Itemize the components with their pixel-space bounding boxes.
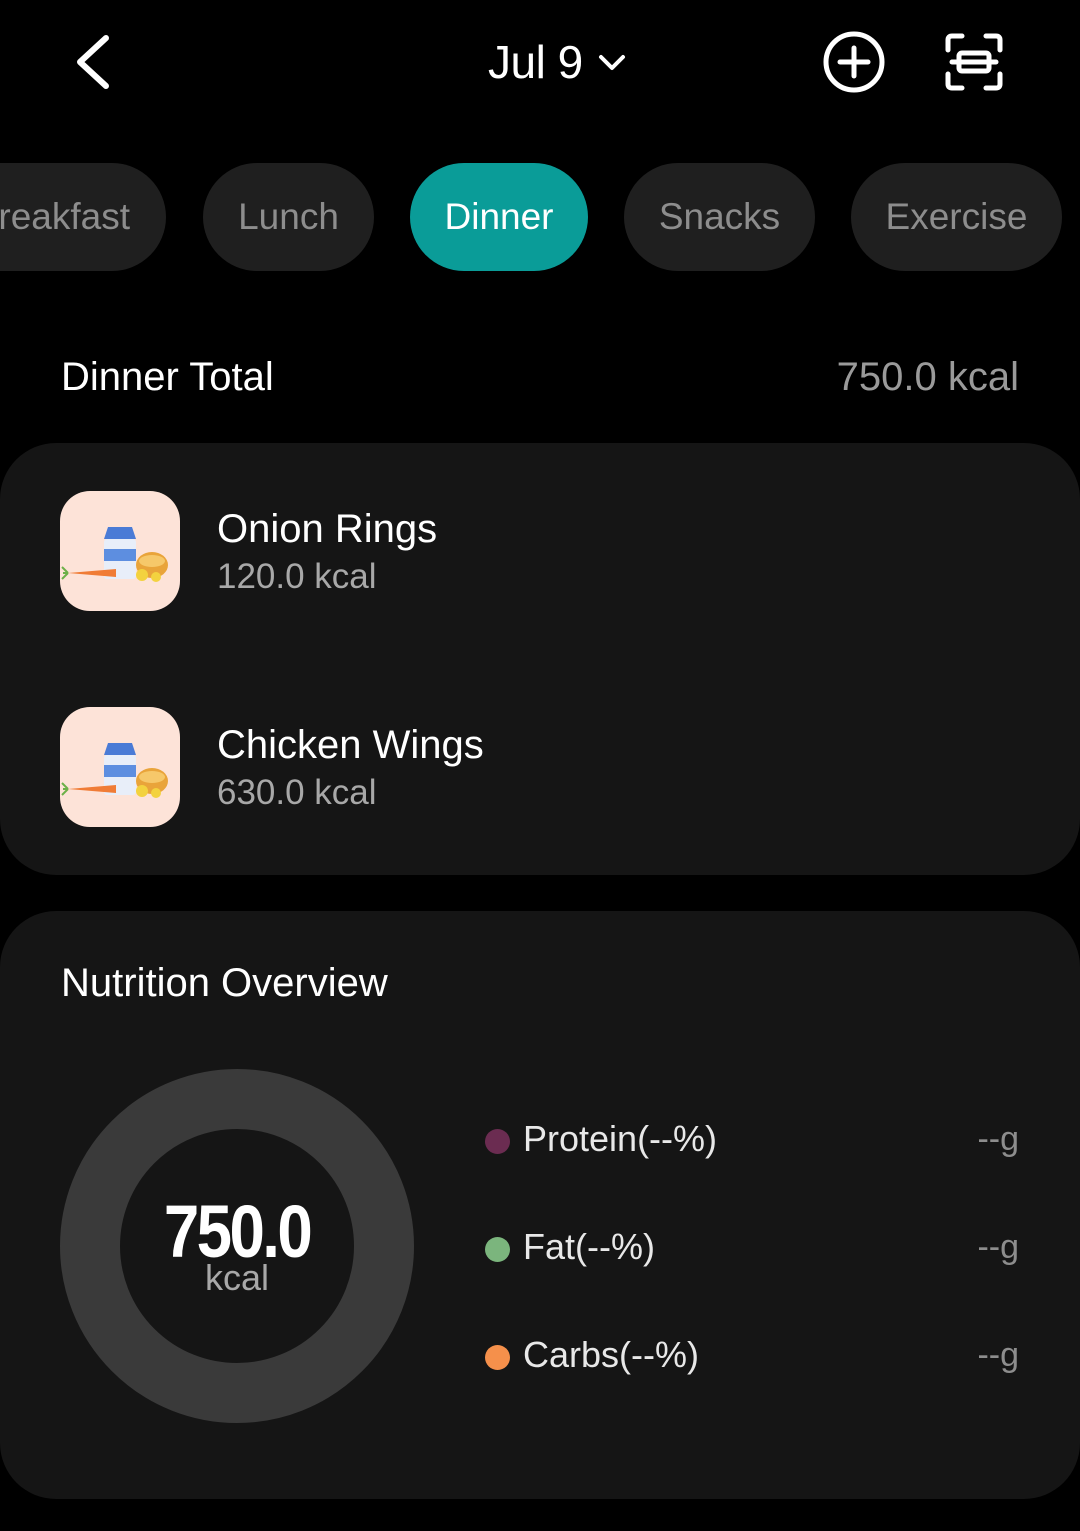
fat-dot <box>485 1237 510 1262</box>
tab-lunch-label: Lunch <box>238 196 339 237</box>
food-thumbnail <box>60 707 180 827</box>
tab-exercise[interactable]: Exercise <box>851 163 1062 271</box>
plus-circle-icon <box>823 31 885 93</box>
macro-label: Fat(--%) <box>523 1226 655 1267</box>
macro-carbs: Carbs(--%) --g <box>485 1330 1019 1380</box>
food-name: Onion Rings <box>217 507 438 551</box>
tab-lunch[interactable]: Lunch <box>203 163 374 271</box>
protein-dot <box>485 1129 510 1154</box>
donut-kcal-unit: kcal <box>204 1257 270 1298</box>
food-item-onion-rings[interactable]: Onion Rings 120.0 kcal <box>60 491 1020 611</box>
top-bar: Jul 9 <box>0 0 1080 130</box>
macro-value: --g <box>977 1228 1019 1266</box>
nutrition-title: Nutrition Overview <box>61 961 388 1005</box>
chevron-left-icon <box>77 35 109 89</box>
food-item-chicken-wings[interactable]: Chicken Wings 630.0 kcal <box>60 707 1020 827</box>
meal-summary-header: Dinner Total 750.0 kcal <box>61 355 1019 411</box>
food-kcal: 630.0 kcal <box>217 773 377 812</box>
meal-tabs: Breakfast Lunch Dinner Snacks Exercise <box>0 163 1080 273</box>
tab-dinner-label: Dinner <box>444 196 554 237</box>
back-button[interactable] <box>70 30 120 94</box>
food-kcal: 120.0 kcal <box>217 557 377 596</box>
macro-label: Protein(--%) <box>523 1118 718 1159</box>
carbs-dot <box>485 1345 510 1370</box>
tab-dinner[interactable]: Dinner <box>410 163 588 271</box>
scan-button[interactable] <box>942 30 1006 94</box>
nutrition-overview-card: Nutrition Overview 750.0 kcal Protein(--… <box>0 911 1080 1499</box>
meal-total-kcal: 750.0 kcal <box>836 355 1019 399</box>
food-groceries-icon <box>61 743 168 798</box>
scan-icon <box>945 33 1003 91</box>
food-name: Chicken Wings <box>217 723 484 767</box>
macro-value: --g <box>977 1336 1019 1374</box>
macro-fat: Fat(--%) --g <box>485 1222 1019 1272</box>
macro-protein: Protein(--%) --g <box>485 1114 1019 1164</box>
date-selector[interactable]: Jul 9 <box>488 34 629 90</box>
food-thumbnail <box>60 491 180 611</box>
meal-total-title: Dinner Total <box>61 355 274 399</box>
date-label: Jul 9 <box>488 36 583 88</box>
chevron-down-icon <box>598 55 625 70</box>
macro-value: --g <box>977 1120 1019 1158</box>
tab-snacks-label: Snacks <box>658 196 781 237</box>
food-list-card: Onion Rings 120.0 kcal Chicken Wings 630… <box>0 443 1080 875</box>
tab-breakfast-label: Breakfast <box>0 196 130 237</box>
tab-snacks[interactable]: Snacks <box>624 163 815 271</box>
add-food-button[interactable] <box>822 30 886 94</box>
food-groceries-icon <box>61 527 168 582</box>
tab-exercise-label: Exercise <box>885 196 1028 237</box>
macro-label: Carbs(--%) <box>523 1334 699 1375</box>
tab-breakfast[interactable]: Breakfast <box>0 163 166 271</box>
